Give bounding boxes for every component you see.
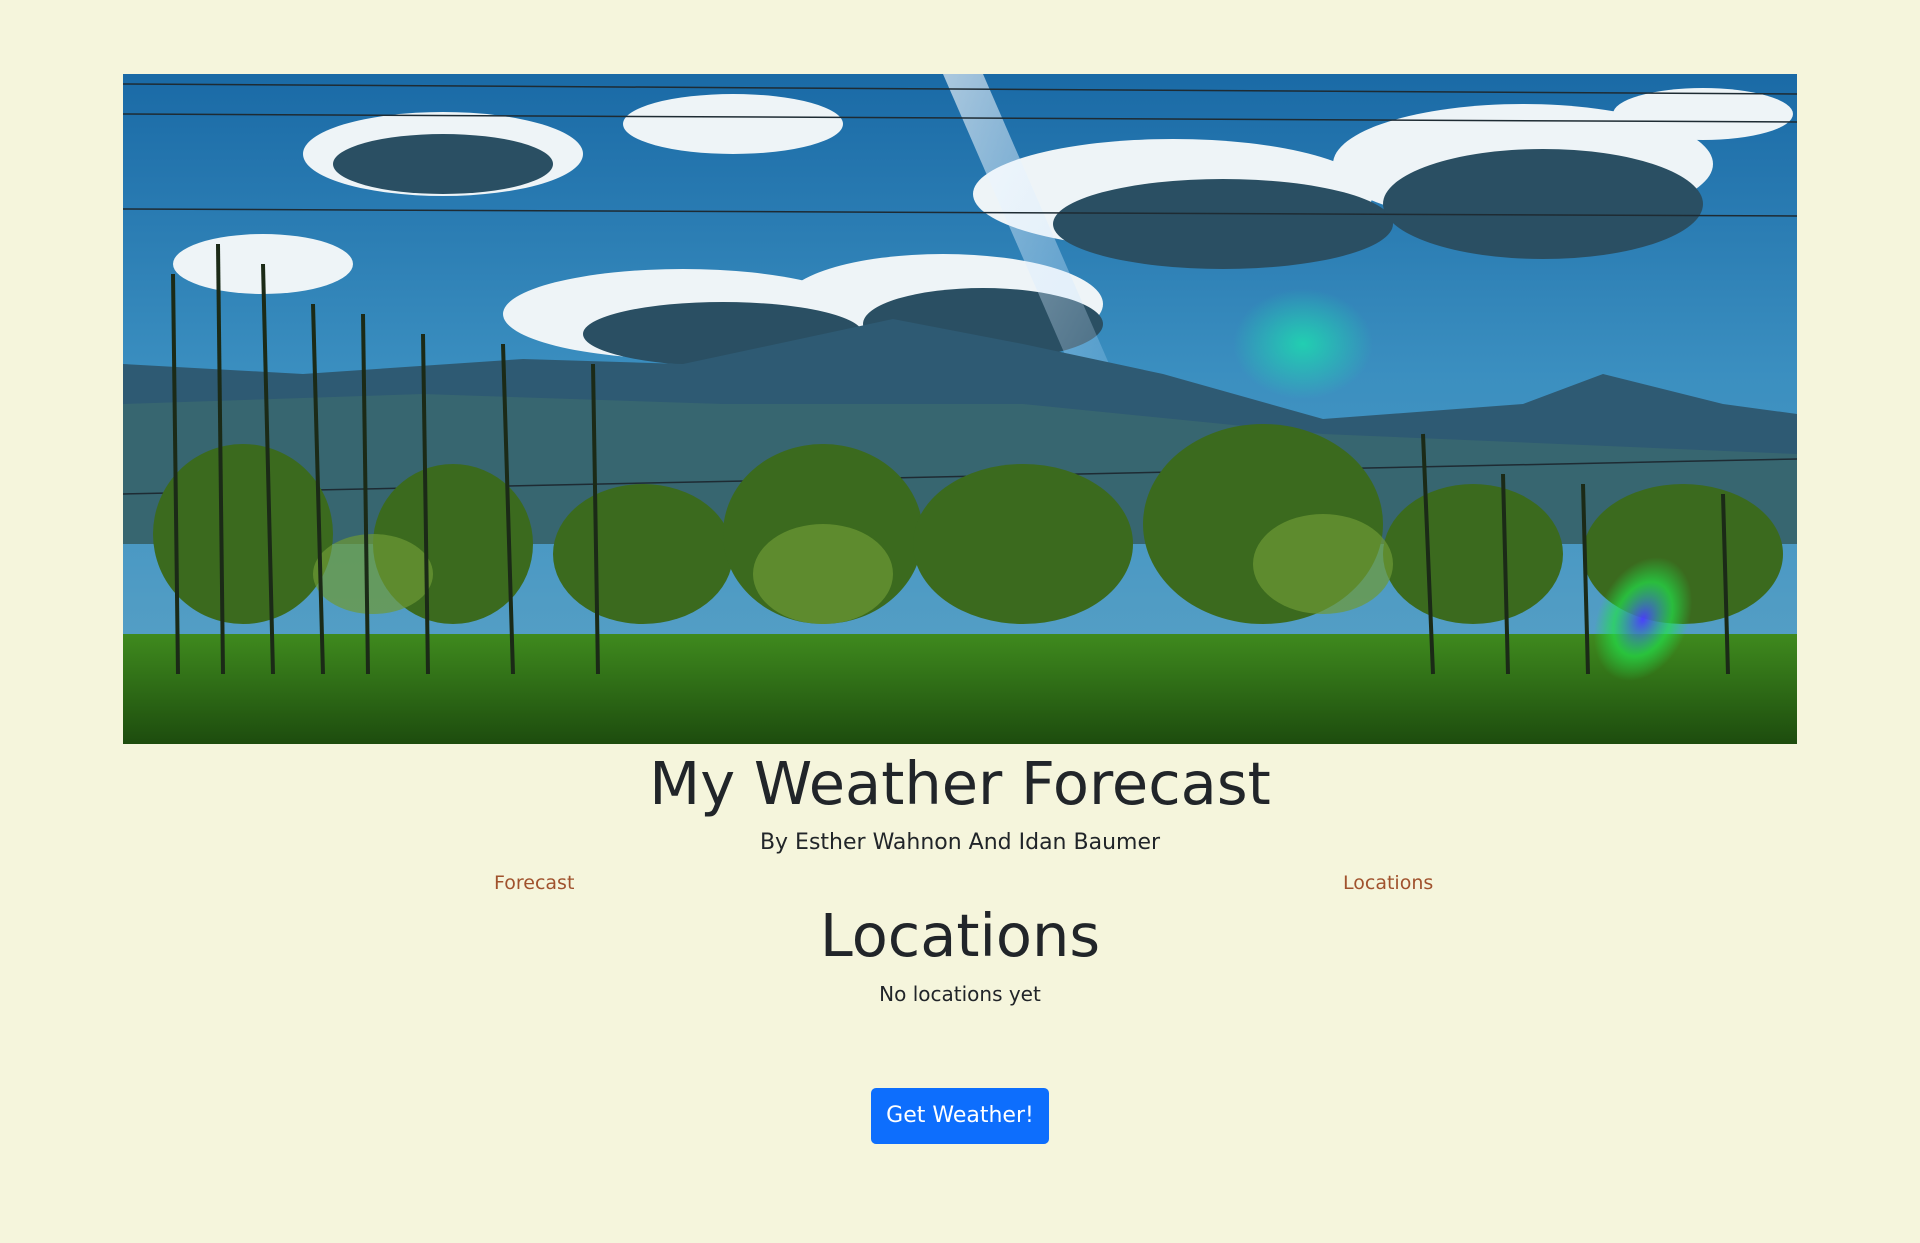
page-title: My Weather Forecast <box>649 749 1271 818</box>
nav-link-forecast[interactable]: Forecast <box>494 870 574 896</box>
nav-link-locations[interactable]: Locations <box>1343 870 1433 896</box>
page: My Weather Forecast By Esther Wahnon And… <box>0 0 1920 1243</box>
section-heading: Locations <box>819 901 1101 970</box>
hero-banner-image <box>123 74 1797 744</box>
get-weather-button[interactable]: Get Weather! <box>871 1088 1049 1144</box>
page-subtitle: By Esther Wahnon And Idan Baumer <box>759 830 1161 855</box>
empty-state-message: No locations yet <box>879 982 1041 1006</box>
